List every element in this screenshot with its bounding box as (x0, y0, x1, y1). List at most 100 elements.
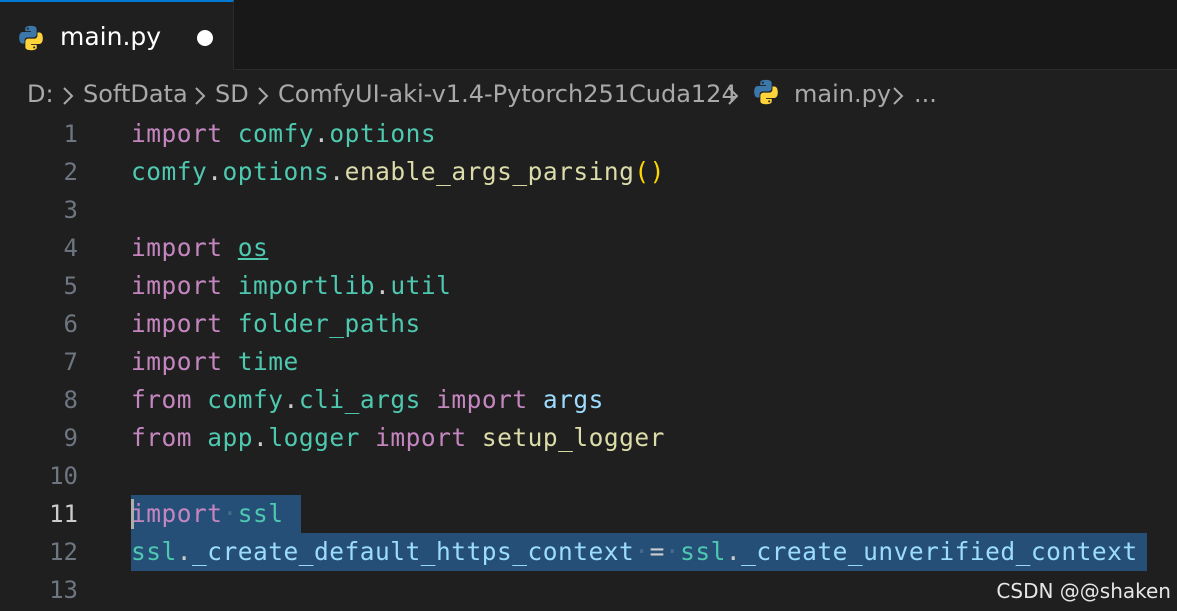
code-line[interactable]: 7 import time (0, 343, 1177, 381)
code-token: . (207, 157, 223, 186)
code-token: _create_default_https_context (192, 537, 635, 566)
code-token: . (253, 423, 269, 452)
code-editor[interactable]: 1 import comfy.options 2 comfy.options.enab… (0, 115, 1177, 611)
code-token: options (222, 157, 330, 186)
breadcrumb-item-sd[interactable]: SD (215, 80, 249, 108)
code-line[interactable]: 1 import comfy.options (0, 115, 1177, 153)
code-token: . (176, 537, 193, 566)
line-number: 6 (63, 310, 78, 338)
code-token: import (131, 233, 223, 262)
code-text: import importlib.util (131, 267, 451, 305)
chevron-right-icon (258, 87, 269, 105)
chevron-right-icon (195, 87, 206, 105)
code-line[interactable]: 10 (0, 457, 1177, 495)
code-token: logger (268, 423, 360, 452)
code-token: app (207, 423, 254, 452)
code-token: from (131, 385, 193, 414)
line-number: 11 (49, 500, 78, 528)
code-text: import comfy.options (131, 115, 436, 153)
code-token: setup_logger (481, 423, 665, 452)
line-number: 10 (49, 462, 78, 490)
chevron-right-icon (893, 87, 904, 105)
code-token: options (329, 119, 437, 148)
watermark: CSDN @@shaken (996, 579, 1171, 603)
code-token: . (314, 119, 330, 148)
code-line[interactable]: 12 ssl._create_default_https_context·=·ss… (0, 533, 1177, 571)
line-number: 4 (63, 234, 78, 262)
breadcrumb-item-comfyui[interactable]: ComfyUI-aki-v1.4-Pytorch251Cuda124 (278, 80, 737, 108)
code-token: import (131, 271, 223, 300)
chevron-right-icon (63, 87, 74, 105)
code-token: · (664, 537, 681, 566)
line-number: 3 (63, 196, 78, 224)
code-line[interactable]: 4 import os (0, 229, 1177, 267)
code-text: import folder_paths (131, 305, 421, 343)
code-line[interactable]: 6 import folder_paths (0, 305, 1177, 343)
code-token: . (283, 385, 299, 414)
code-line[interactable]: 5 import importlib.util (0, 267, 1177, 305)
line-number: 9 (63, 424, 78, 452)
line-number: 12 (49, 538, 78, 566)
breadcrumb: D: SoftData SD ComfyUI-aki-v1.4-Pytorch2… (0, 70, 1177, 120)
code-token: . (329, 157, 345, 186)
breadcrumb-item-softdata[interactable]: SoftData (83, 80, 188, 108)
code-line[interactable]: 2 comfy.options.enable_args_parsing() (0, 153, 1177, 191)
breadcrumb-item-symbols[interactable]: ... (914, 80, 937, 108)
code-token: comfy (237, 119, 315, 148)
code-token: cli_args (298, 385, 421, 414)
code-token: import (131, 499, 223, 528)
code-text: from app.logger import setup_logger (131, 419, 665, 457)
code-token: args (542, 385, 604, 414)
code-line[interactable]: 3 (0, 191, 1177, 229)
line-number: 2 (63, 158, 78, 186)
code-line[interactable]: 11 import·ssl (0, 495, 1177, 533)
code-text: import os (131, 229, 268, 267)
code-token: folder_paths (237, 309, 421, 338)
tab-label: main.py (60, 22, 162, 51)
code-token: import (131, 347, 223, 376)
chevron-right-icon (728, 87, 739, 105)
unsaved-changes-dot-icon[interactable] (197, 30, 213, 46)
code-token[interactable]: os (238, 233, 269, 262)
line-number: 1 (63, 120, 78, 148)
code-token: ssl (680, 537, 726, 566)
breadcrumb-item-file[interactable]: main.py (794, 80, 891, 108)
code-token: comfy (131, 157, 208, 186)
code-line[interactable]: 8 from comfy.cli_args import args (0, 381, 1177, 419)
code-token: ssl (237, 499, 284, 528)
code-token: = (649, 537, 665, 566)
code-line[interactable]: 9 from app.logger import setup_logger (0, 419, 1177, 457)
code-token: import (131, 119, 223, 148)
line-number: 13 (49, 576, 78, 604)
code-token: import (375, 423, 467, 452)
code-token: . (375, 271, 391, 300)
code-text: import·ssl (131, 495, 284, 533)
code-text: import time (131, 343, 299, 381)
breadcrumb-item-drive[interactable]: D: (27, 80, 54, 108)
code-token: · (634, 537, 650, 566)
code-text: comfy.options.enable_args_parsing() (131, 153, 665, 191)
code-text: ssl._create_default_https_context·=·ssl.… (131, 533, 1138, 571)
code-token: time (237, 347, 299, 376)
code-token: () (634, 157, 665, 186)
tab-main-py[interactable]: main.py (0, 0, 234, 70)
line-number: 8 (63, 386, 78, 414)
text-cursor (131, 499, 134, 529)
code-token: comfy (207, 385, 284, 414)
code-token: util (390, 271, 452, 300)
code-token: import (436, 385, 528, 414)
code-token: importlib (237, 271, 376, 300)
code-token: enable_args_parsing (344, 157, 635, 186)
code-token: _create_unverified_context (741, 537, 1138, 566)
code-token: from (131, 423, 193, 452)
